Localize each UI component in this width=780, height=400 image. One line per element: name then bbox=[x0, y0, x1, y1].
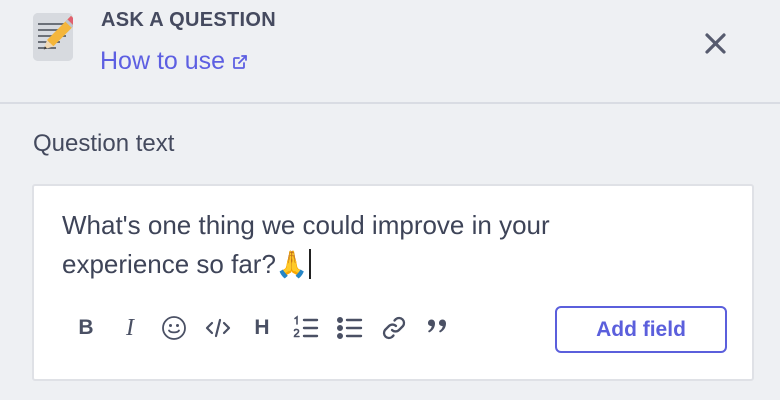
heading-glyph: H bbox=[254, 316, 270, 339]
bullet-list-icon[interactable] bbox=[334, 312, 366, 344]
question-text-value: What's one thing we could improve in you… bbox=[62, 210, 550, 279]
memo-pencil-icon bbox=[33, 13, 73, 61]
question-text-label: Question text bbox=[33, 130, 175, 157]
emoji-icon[interactable] bbox=[158, 312, 190, 344]
panel-header: ASK A QUESTION How to use bbox=[0, 0, 780, 104]
bold-icon[interactable]: B bbox=[70, 312, 102, 344]
italic-glyph: I bbox=[126, 314, 134, 341]
heading-icon[interactable]: H bbox=[246, 312, 278, 344]
external-link-icon bbox=[232, 48, 248, 77]
ordered-list-icon[interactable] bbox=[290, 312, 322, 344]
question-text-input[interactable]: What's one thing we could improve in you… bbox=[62, 206, 662, 284]
close-icon[interactable] bbox=[703, 31, 729, 57]
how-to-use-link[interactable]: How to use bbox=[100, 46, 248, 77]
code-icon[interactable] bbox=[202, 312, 234, 344]
bold-glyph: B bbox=[78, 316, 94, 339]
question-editor[interactable]: What's one thing we could improve in you… bbox=[32, 184, 754, 381]
link-icon[interactable] bbox=[378, 312, 410, 344]
formatting-toolbar: B I H bbox=[70, 311, 466, 345]
quote-icon[interactable] bbox=[422, 312, 454, 344]
how-to-use-label: How to use bbox=[100, 47, 226, 75]
text-caret bbox=[309, 249, 312, 279]
panel-title: ASK A QUESTION bbox=[101, 9, 276, 31]
italic-icon[interactable]: I bbox=[114, 312, 146, 344]
add-field-button[interactable]: Add field bbox=[555, 306, 727, 353]
